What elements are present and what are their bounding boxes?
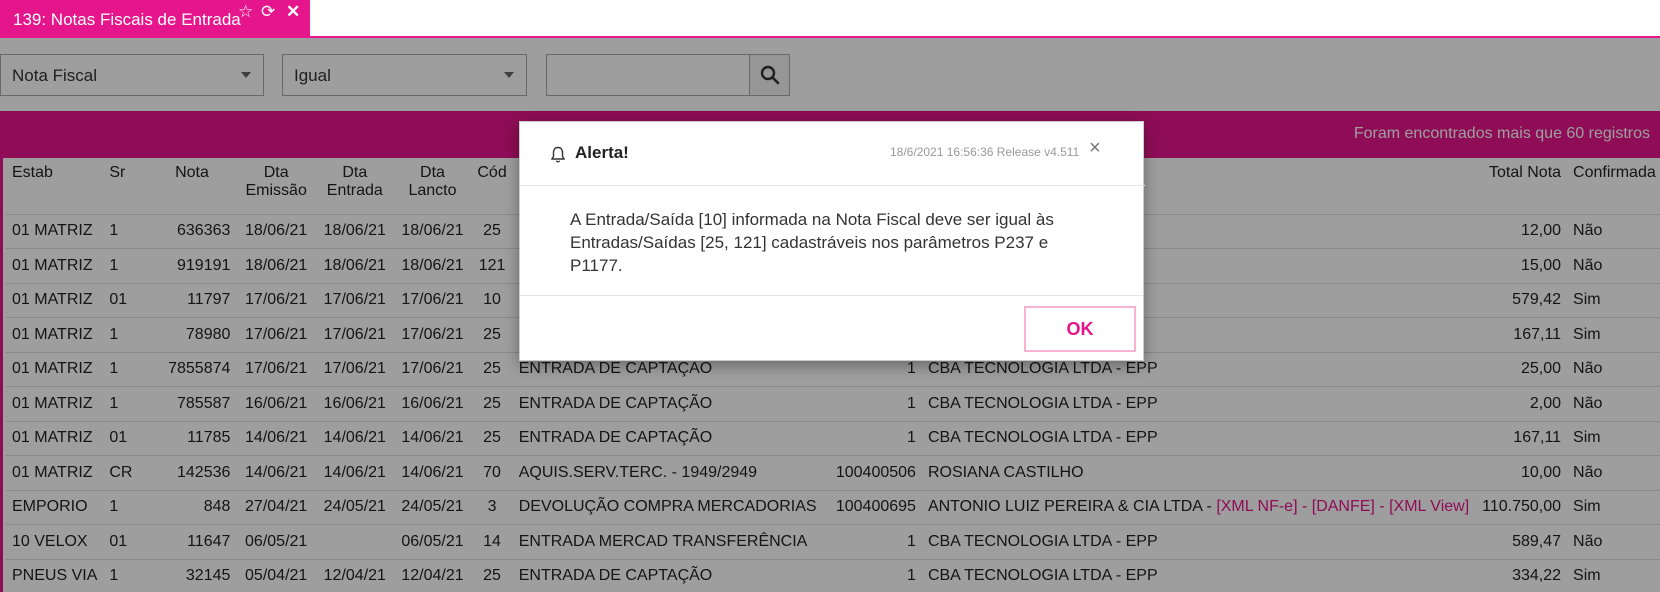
close-icon[interactable]: ✕ (286, 2, 300, 22)
app-window: 139: Notas Fiscais de Entrada ☆ ⟳ ✕ Nota… (0, 0, 1660, 592)
tab-notas-fiscais[interactable]: 139: Notas Fiscais de Entrada ☆ ⟳ ✕ (0, 0, 310, 37)
alert-header: Alerta! 18/6/2021 16:56:36 Release v4.51… (520, 122, 1145, 186)
tab-bar: 139: Notas Fiscais de Entrada ☆ ⟳ ✕ (0, 0, 1660, 38)
tab-title: 139: Notas Fiscais de Entrada (13, 10, 241, 29)
close-icon[interactable]: × (1089, 137, 1101, 160)
alert-dialog: Alerta! 18/6/2021 16:56:36 Release v4.51… (519, 121, 1145, 361)
bell-icon (551, 146, 565, 163)
alert-timestamp: 18/6/2021 16:56:36 Release v4.511 (890, 145, 1080, 159)
ok-button[interactable]: OK (1024, 306, 1136, 352)
alert-title: Alerta! (575, 143, 629, 162)
refresh-icon[interactable]: ⟳ (261, 2, 275, 22)
alert-footer: OK (520, 295, 1143, 361)
star-icon[interactable]: ☆ (238, 2, 253, 22)
alert-message: A Entrada/Saída [10] informada na Nota F… (570, 210, 1054, 275)
